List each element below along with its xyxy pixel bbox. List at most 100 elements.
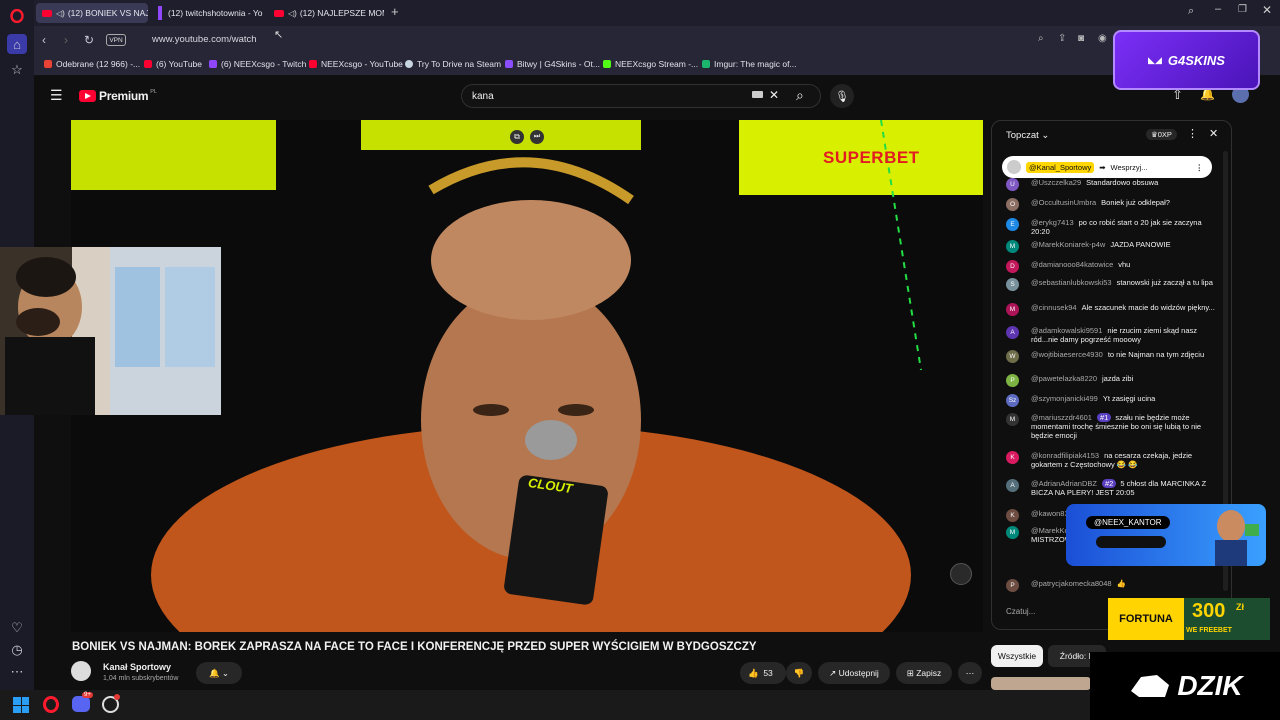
chat-avatar[interactable]: A xyxy=(1006,479,1019,492)
chat-avatar[interactable]: P xyxy=(1006,579,1019,592)
bookmark-steam[interactable]: Try To Drive na Steam xyxy=(405,59,501,69)
chat-author[interactable]: @AdrianAdrianDBZ xyxy=(1031,479,1097,488)
app-icon[interactable] xyxy=(102,694,120,713)
forward-icon[interactable]: › xyxy=(64,33,68,47)
voice-search-icon[interactable]: 🎙 xyxy=(830,84,854,108)
chat-avatar[interactable]: M xyxy=(1006,240,1019,253)
speaker-icon[interactable]: ◁) xyxy=(56,9,65,18)
skip-icon[interactable]: ⏭ xyxy=(530,130,544,144)
reload-icon[interactable]: ↻ xyxy=(84,33,94,47)
minimize-button[interactable]: – xyxy=(1215,3,1221,15)
save-button[interactable]: ⊞ Zapisz xyxy=(896,662,952,684)
chat-author[interactable]: @Uszczelka29 xyxy=(1031,178,1081,187)
chat-author[interactable]: @damianooo84katowice xyxy=(1031,260,1113,269)
chat-avatar[interactable]: Sz xyxy=(1006,394,1019,407)
chat-menu-icon[interactable]: ⋮ xyxy=(1187,127,1198,140)
bookmark-gmail[interactable]: Odebrane (12 966) -... xyxy=(44,59,140,69)
chat-mode-selector[interactable]: Topczat ⌄ xyxy=(1006,130,1049,141)
chat-avatar[interactable]: K xyxy=(1006,451,1019,464)
chat-author[interactable]: @wojtibiaeserce4930 xyxy=(1031,350,1103,359)
speaker-icon[interactable]: ◁) xyxy=(288,9,297,18)
chat-author[interactable]: @szymonjanicki499 xyxy=(1031,394,1098,403)
like-button[interactable]: 👍 53 xyxy=(740,662,786,684)
tab[interactable]: ◁) (12) NAJLEPSZE MOM xyxy=(268,3,384,23)
bookmark-imgur[interactable]: Imgur: The magic of... xyxy=(702,59,797,69)
chat-avatar[interactable]: S xyxy=(1006,278,1019,291)
chat-avatar[interactable]: D xyxy=(1006,260,1019,273)
heart-icon[interactable]: ♡ xyxy=(7,618,27,638)
history-icon[interactable]: ◷ xyxy=(7,640,27,660)
chat-author[interactable]: @sebastianlubkowski53 xyxy=(1031,278,1112,287)
share-button[interactable]: ↗ Udostępnij xyxy=(818,662,890,684)
chat-input[interactable]: Czatuj... xyxy=(1006,607,1035,616)
filter-chip-all[interactable]: Wszystkie xyxy=(991,645,1043,667)
bookmark-g4skins[interactable]: Bitwy | G4Skins - Ot... xyxy=(505,59,600,69)
discord-icon[interactable]: 9+ xyxy=(72,692,93,712)
opera-taskbar-icon[interactable] xyxy=(43,696,59,713)
chat-author[interactable]: @pawetelazka8220 xyxy=(1031,374,1097,383)
chat-avatar[interactable]: P xyxy=(1006,374,1019,387)
youtube-icon xyxy=(309,60,317,68)
url-field[interactable]: www.youtube.com/watch xyxy=(152,34,257,45)
chat-avatar[interactable]: O xyxy=(1006,198,1019,211)
notification-bell-button[interactable]: 🔔 ⌄ xyxy=(196,662,242,684)
chat-avatar[interactable]: U xyxy=(1006,178,1019,191)
pinned-menu-icon[interactable]: ⋮ xyxy=(1196,163,1204,172)
star-icon[interactable]: ☆ xyxy=(7,60,27,80)
chat-avatar[interactable]: M xyxy=(1006,526,1019,539)
dislike-button[interactable]: 👎 xyxy=(786,662,812,684)
maximize-button[interactable]: ❐ xyxy=(1238,4,1247,15)
more-icon[interactable]: ⋯ xyxy=(7,662,27,682)
chat-message: E @erykg7413 po co robić start o 20 jak si… xyxy=(1006,218,1216,236)
search-icon[interactable]: ⌕ xyxy=(796,87,804,104)
camera-icon[interactable]: ◙ xyxy=(1078,33,1084,44)
new-tab-button[interactable]: + xyxy=(391,4,399,19)
bookmark-youtube[interactable]: (6) YouTube xyxy=(144,59,202,69)
miniplayer-icon[interactable]: ⧉ xyxy=(510,130,524,144)
search-box[interactable]: ✕ ⌕ xyxy=(461,84,821,108)
keyboard-icon[interactable] xyxy=(752,91,763,98)
chat-avatar[interactable]: M xyxy=(1006,413,1019,426)
chat-avatar[interactable]: A xyxy=(1006,326,1019,339)
chat-author[interactable]: @patrycjakomecka8048 xyxy=(1031,579,1112,588)
search-input[interactable] xyxy=(462,85,732,107)
youtube-premium-logo[interactable]: Premium PL xyxy=(79,89,157,103)
chat-author[interactable]: @mariuszzdr4601 xyxy=(1031,413,1092,422)
chat-avatar[interactable]: E xyxy=(1006,218,1019,231)
chat-author[interactable]: @konradfilipiak4153 xyxy=(1031,451,1099,460)
search-tabs-icon[interactable]: ⌕ xyxy=(1188,5,1194,18)
zoom-icon[interactable]: ⌕ xyxy=(1038,33,1044,44)
chat-author[interactable]: @adamkowalski9591 xyxy=(1031,326,1102,335)
close-chat-icon[interactable]: ✕ xyxy=(1209,127,1218,140)
recommended-thumbnail[interactable] xyxy=(991,677,1091,690)
chat-author[interactable]: @OccultusinUmbra xyxy=(1031,198,1096,207)
back-icon[interactable]: ‹ xyxy=(42,33,46,47)
menu-icon[interactable]: ☰ xyxy=(50,87,63,104)
clear-search-icon[interactable]: ✕ xyxy=(769,88,779,102)
bookmark-twitch[interactable]: (6) NEEXcsgo - Twitch xyxy=(209,59,306,69)
close-window-button[interactable]: ✕ xyxy=(1262,3,1272,17)
chat-author[interactable]: @kawon83 xyxy=(1031,509,1069,518)
chat-author[interactable]: @erykg7413 xyxy=(1031,218,1074,227)
channel-name[interactable]: Kanał Sportowy xyxy=(103,662,171,672)
chat-avatar[interactable]: W xyxy=(1006,350,1019,363)
opera-logo-icon[interactable] xyxy=(7,6,27,26)
xp-badge[interactable]: ♛0XP xyxy=(1146,129,1177,140)
channel-avatar[interactable] xyxy=(71,661,91,681)
share-page-icon[interactable]: ⇪ xyxy=(1058,33,1066,44)
pinned-message[interactable]: @Kanal_Sportowy ➡ Wesprzyj... ⋮ xyxy=(1002,156,1212,178)
chat-author[interactable]: @MarekKoniarek-p4w xyxy=(1031,240,1105,249)
more-actions-button[interactable]: ⋯ xyxy=(958,662,982,684)
chat-avatar[interactable]: K xyxy=(1006,509,1019,522)
bookmark-neex-youtube[interactable]: NEEXcsgo - YouTube xyxy=(309,59,403,69)
chat-author[interactable]: @MarekKo xyxy=(1031,526,1069,535)
shield-icon[interactable]: ◉ xyxy=(1098,33,1107,44)
windows-start-icon[interactable] xyxy=(13,697,29,713)
chat-author[interactable]: @cinnusek94 xyxy=(1031,303,1077,312)
chat-avatar[interactable]: M xyxy=(1006,303,1019,316)
tab[interactable]: (12) twitchshotownia - Yo xyxy=(152,3,268,23)
vpn-badge[interactable]: VPN xyxy=(106,34,126,46)
tab-active[interactable]: ◁) (12) BONIEK VS NAJM xyxy=(36,3,148,23)
bookmark-kick[interactable]: NEEXcsgo Stream -... xyxy=(603,59,698,69)
home-icon[interactable]: ⌂ xyxy=(7,34,27,54)
